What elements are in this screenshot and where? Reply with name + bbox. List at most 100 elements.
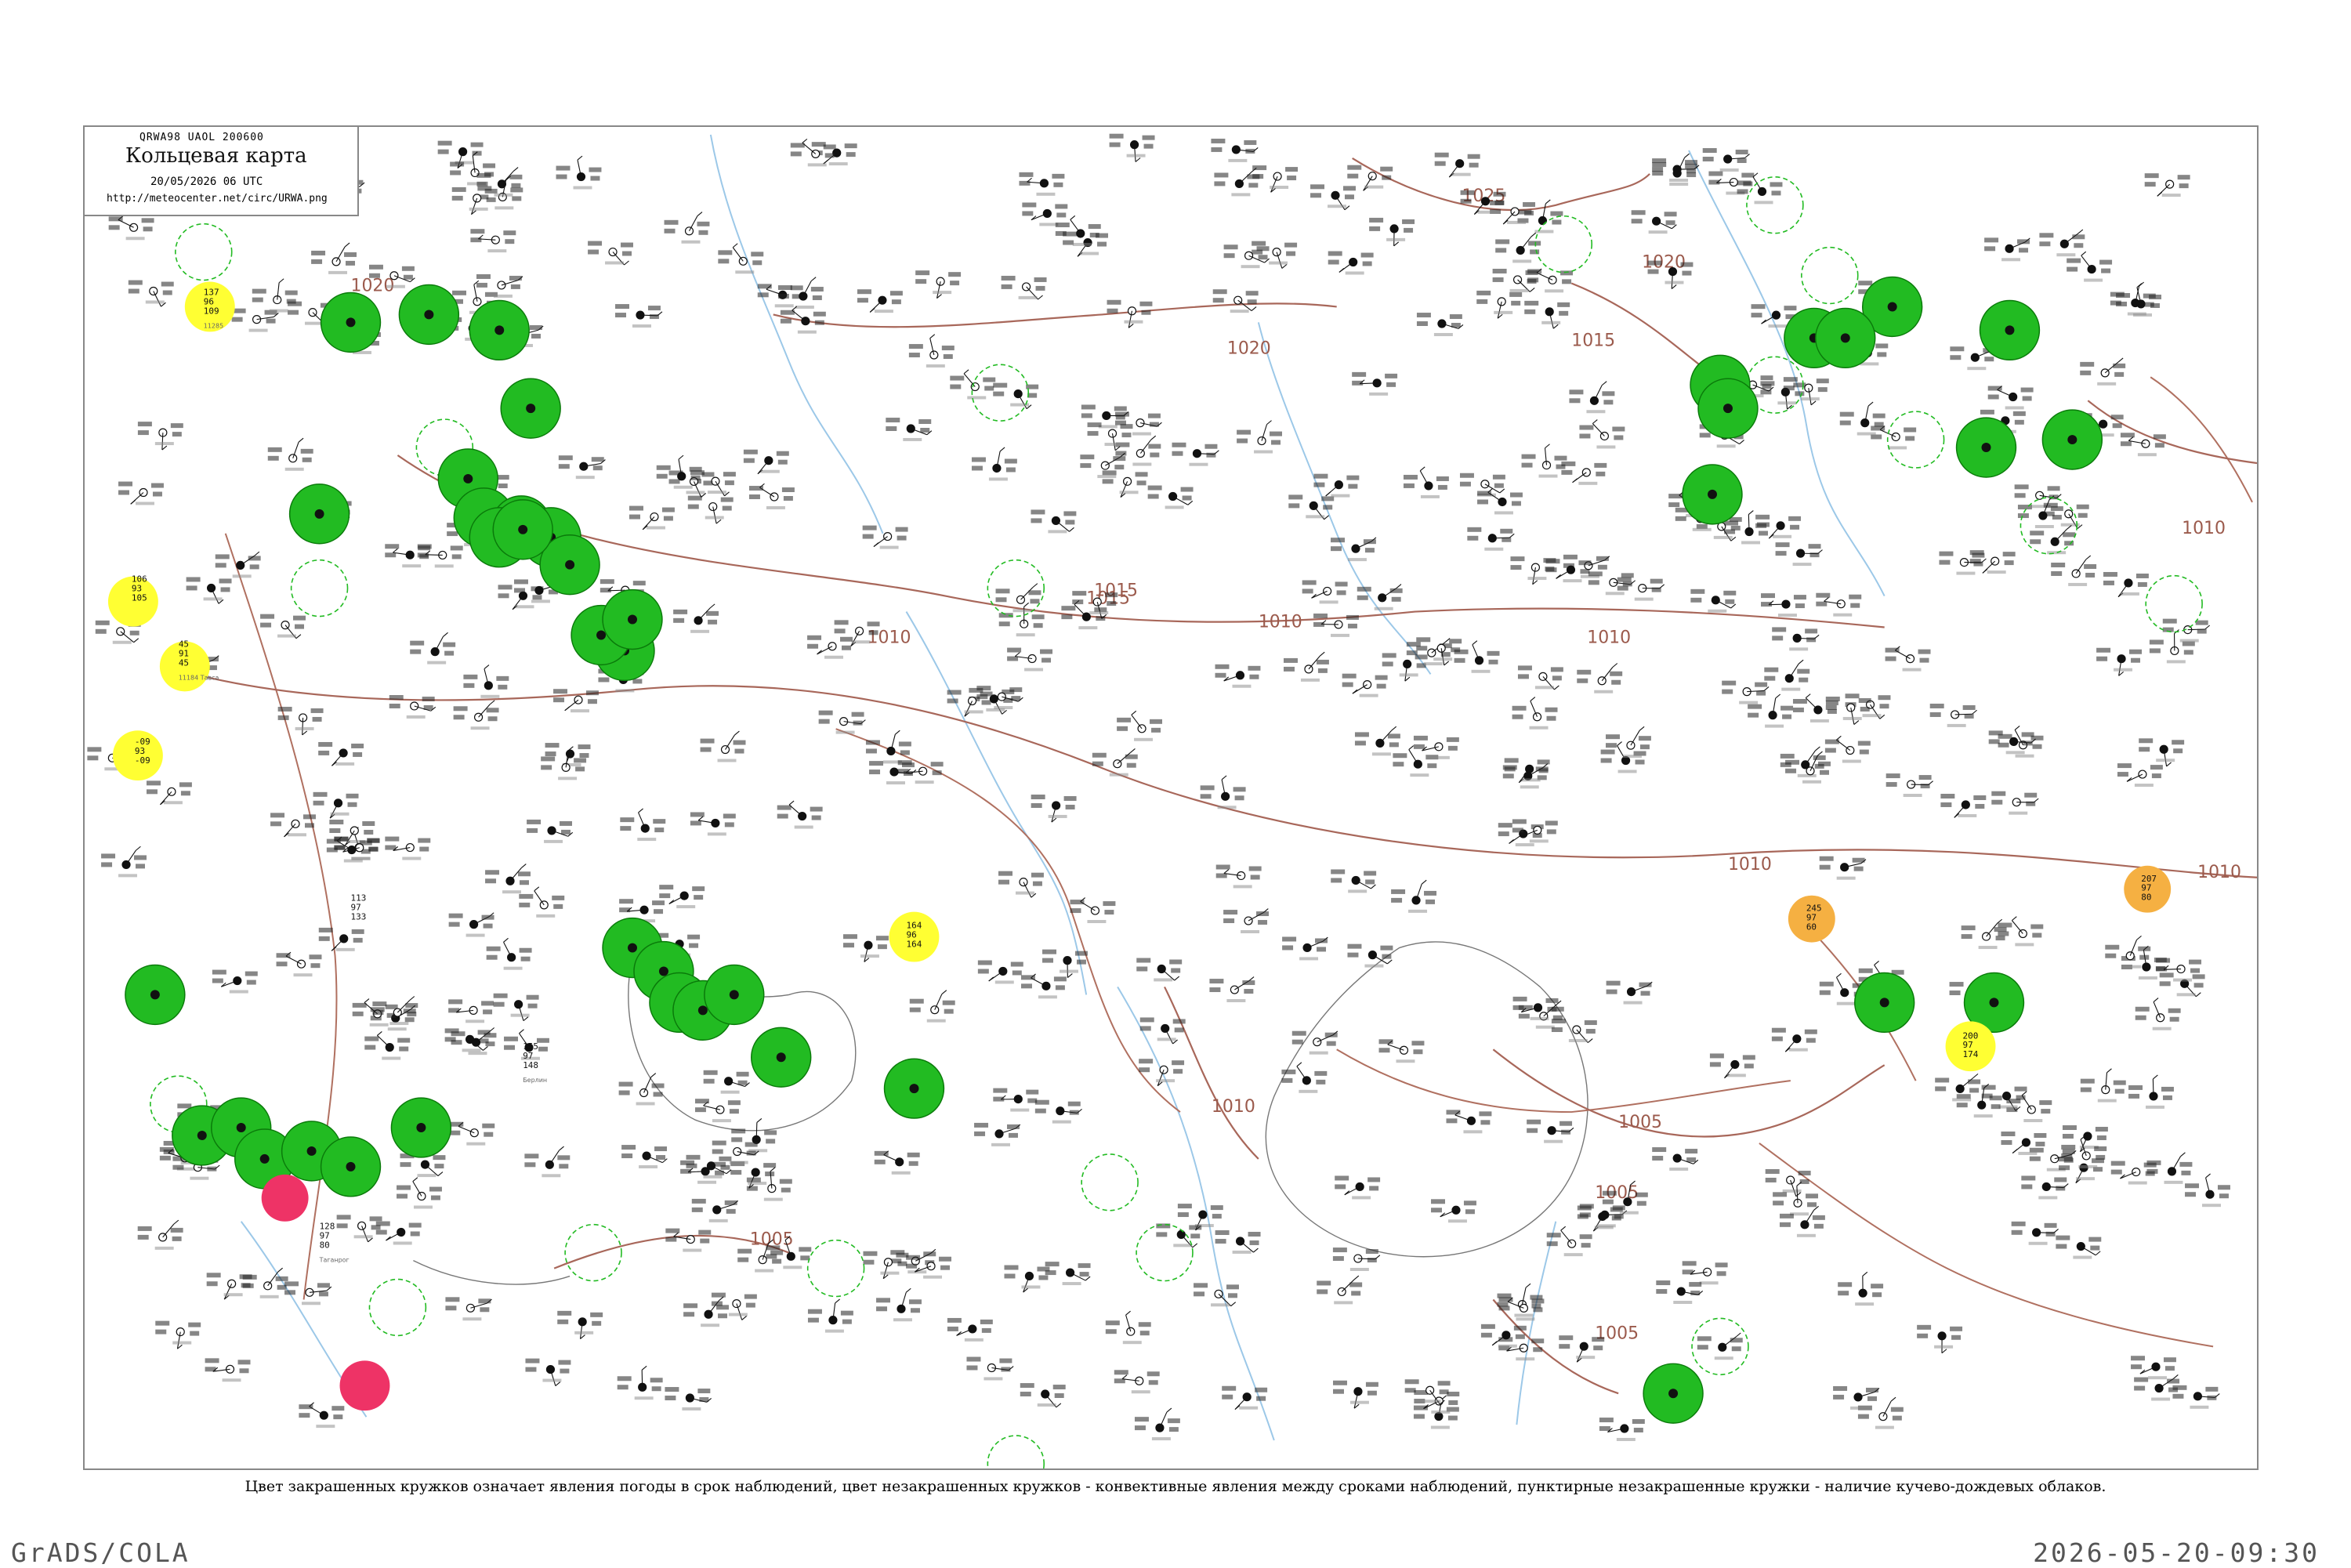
station-plot-icon xyxy=(1825,736,1871,762)
station-plot-icon xyxy=(1886,773,1933,797)
station-plot-icon xyxy=(1042,950,1088,978)
station-readout: 11397133 xyxy=(351,893,367,922)
source-url[interactable]: http://meteocenter.net/circ/URWA.png xyxy=(107,193,328,205)
station-plot-icon xyxy=(966,1357,1013,1381)
station-plot-icon xyxy=(1656,1280,1702,1304)
station-plot-icon xyxy=(915,270,961,298)
station-plot-icon xyxy=(1527,1120,1574,1143)
station-dot-icon xyxy=(2067,435,2077,444)
station-plot-icon xyxy=(1577,664,1622,693)
station-plot-icon xyxy=(1405,1379,1451,1404)
station-plot-icon xyxy=(1135,1408,1180,1440)
station-plot-icon xyxy=(1369,218,1415,246)
colored-stations-layer: 1349710413796109112851069310545914511184… xyxy=(108,190,2171,1423)
station-plot-icon xyxy=(1335,1175,1380,1199)
station-plot-icon xyxy=(1858,1397,1904,1429)
station-plot-icon xyxy=(1780,1206,1825,1237)
station-plot-icon xyxy=(1982,1085,2027,1111)
station-plot-icon xyxy=(999,603,1045,636)
station-plot-icon xyxy=(618,1366,663,1400)
station-plot-icon xyxy=(1833,1386,1879,1410)
station-dot-icon xyxy=(628,943,637,953)
station-plot-icon xyxy=(2147,1153,2193,1184)
station-plot-icon xyxy=(1690,589,1736,613)
station-plot-icon xyxy=(1007,648,1052,672)
station-plot-icon xyxy=(450,152,495,186)
station-plot-icon xyxy=(808,1299,853,1333)
station-value: 60 xyxy=(1806,922,1817,932)
station-plot-icon xyxy=(665,1229,711,1252)
station-dot-icon xyxy=(628,615,637,625)
cumulonimbus-ring-icon xyxy=(1081,1154,1138,1211)
station-value: 148 xyxy=(523,1060,538,1070)
station-plot-icon xyxy=(863,526,908,549)
station-plot-icon xyxy=(1005,1266,1050,1293)
station-dot-icon xyxy=(777,1052,786,1062)
station-plot-icon xyxy=(1404,467,1449,498)
station-plot-icon xyxy=(1407,639,1452,666)
station-plot-icon xyxy=(311,243,357,274)
station-plot-icon xyxy=(557,1311,603,1339)
station-plot-icon xyxy=(2021,1175,2068,1199)
station-plot-icon xyxy=(1214,168,1259,196)
station-plot-icon xyxy=(553,689,599,712)
station-plot-icon xyxy=(1331,538,1376,561)
station-plot-icon xyxy=(559,455,606,479)
station-plot-icon xyxy=(1282,936,1328,960)
station-plot-icon xyxy=(1056,215,1101,246)
station-plot-icon xyxy=(718,244,763,274)
station-plot-icon xyxy=(1115,412,1161,436)
map-date: 20/05/2026 06 UTC xyxy=(150,176,263,188)
station-plot-icon xyxy=(449,1122,494,1146)
map-caption: Цвет закрашенных кружков означает явлени… xyxy=(0,1478,2351,1495)
isobar-labels-layer: 1025102010201020101510151015101010101010… xyxy=(351,186,2241,1344)
station-plot-icon xyxy=(1106,1311,1151,1344)
station-plot-icon xyxy=(284,1281,331,1305)
map-title: Кольцевая карта xyxy=(125,144,307,168)
station-plot-icon xyxy=(2145,173,2190,197)
station-plot-icon xyxy=(1215,1230,1261,1254)
station-dot-icon xyxy=(346,1162,356,1171)
station-plot-icon xyxy=(1284,652,1329,682)
station-plot-icon xyxy=(1652,1147,1698,1171)
station-plot-icon xyxy=(2081,1069,2126,1103)
cumulonimbus-ring-icon xyxy=(808,1240,864,1297)
station-plot-icon xyxy=(629,506,675,530)
isobar-label: 1010 xyxy=(2197,863,2241,882)
station-plot-icon xyxy=(118,482,164,505)
station-plot-icon xyxy=(277,952,322,976)
station-plot-icon xyxy=(744,450,789,474)
cumulonimbus-ring-icon xyxy=(369,1280,426,1336)
station-dot-icon xyxy=(730,990,739,999)
station-dot-icon xyxy=(1982,443,1991,452)
station-plot-icon xyxy=(449,913,494,937)
station-dot-icon xyxy=(1880,998,1889,1007)
station-plot-icon xyxy=(1599,1418,1645,1441)
station-plot-icon xyxy=(1476,291,1522,318)
station-plot-icon xyxy=(686,1155,731,1179)
station-plot-icon xyxy=(1213,289,1259,313)
isobar-label: 1005 xyxy=(1618,1113,1662,1132)
station-plot-icon xyxy=(1524,301,1570,328)
station-plot-icon xyxy=(749,483,795,509)
station-plot-icon xyxy=(2117,763,2163,787)
station-plot-icon xyxy=(1393,746,1438,777)
station-plot-icon xyxy=(299,1403,344,1428)
station-plot-icon xyxy=(313,792,359,818)
cumulonimbus-ring-icon xyxy=(1535,216,1592,273)
station-dot-icon xyxy=(315,509,324,519)
station-plot-icon xyxy=(397,1178,442,1209)
station-plot-icon xyxy=(1984,237,2030,261)
station-plot-icon xyxy=(673,604,719,633)
station-plot-icon xyxy=(1748,694,1793,728)
station-name: 11285 xyxy=(204,322,223,329)
station-plot-icon xyxy=(1431,1199,1476,1222)
station-plot-icon xyxy=(1045,1262,1091,1285)
station-plot-icon xyxy=(1710,1053,1755,1077)
station-plot-icon xyxy=(2030,525,2075,554)
station-dot-icon xyxy=(150,990,160,999)
station-plot-icon xyxy=(138,422,183,450)
station-plot-icon xyxy=(1493,269,1538,292)
station-plot-icon xyxy=(364,1031,410,1059)
station-plot-icon xyxy=(385,544,430,567)
